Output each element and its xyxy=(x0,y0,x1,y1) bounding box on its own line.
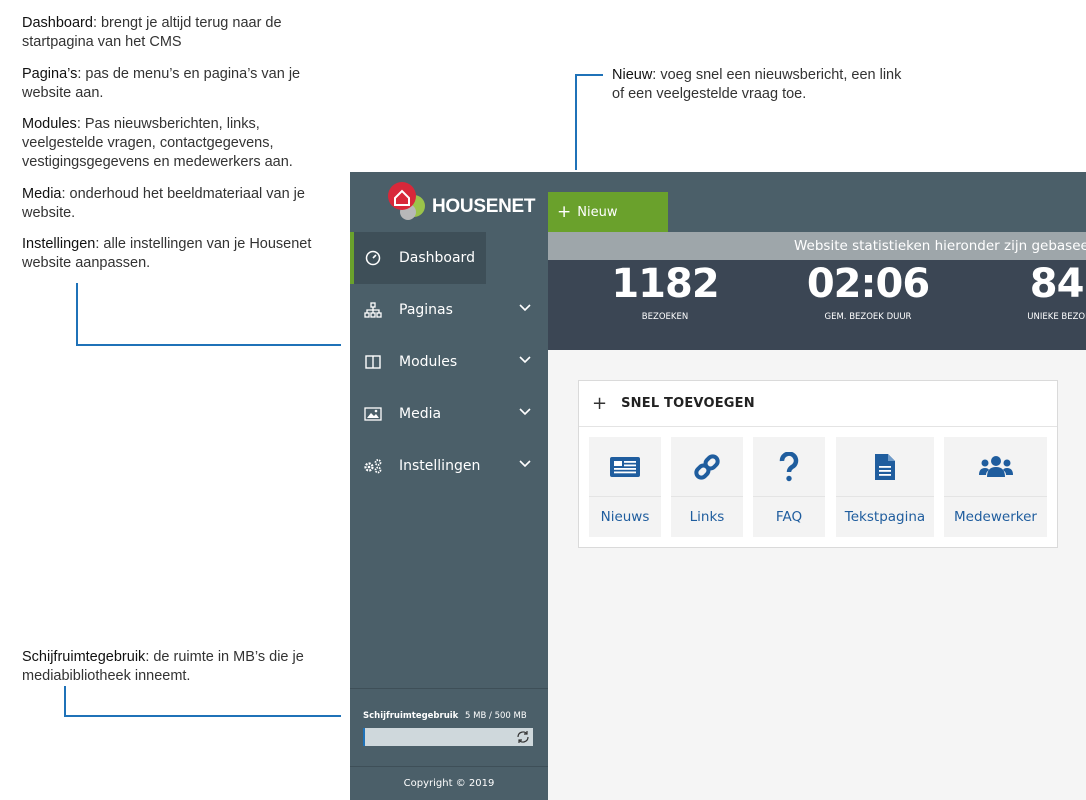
nav-label: Instellingen xyxy=(399,458,481,474)
chevron-down-icon[interactable] xyxy=(518,457,532,471)
connector-line xyxy=(64,686,66,717)
nav-item-instellingen[interactable]: Instellingen xyxy=(350,440,548,492)
logo-text: HOUSENET xyxy=(432,196,536,217)
annotation-dashboard: Dashboard: brengt je altijd terug naar d… xyxy=(22,14,332,52)
logo[interactable]: HOUSENET xyxy=(382,180,542,228)
new-button-label: Nieuw xyxy=(577,204,618,220)
plus-icon: + xyxy=(557,202,572,222)
quick-add-label: Tekstpagina xyxy=(844,509,926,525)
quick-add-faq[interactable]: FAQ xyxy=(753,437,825,537)
stat-value: 1182 xyxy=(611,261,719,307)
annotation-term: Schijfruimtegebruik xyxy=(22,649,146,665)
images-icon xyxy=(362,403,384,425)
refresh-icon[interactable] xyxy=(515,729,531,745)
nav-item-media[interactable]: Media xyxy=(350,388,548,440)
annotation-term: Media xyxy=(22,186,62,202)
connector-line xyxy=(64,715,341,717)
link-icon xyxy=(671,437,743,497)
annotation-text: : voeg snel een nieuwsbericht, een link … xyxy=(612,67,902,102)
disk-usage: Schijfruimtegebruik 5 MB / 500 MB xyxy=(350,688,548,766)
quick-add-news[interactable]: Nieuws xyxy=(589,437,661,537)
quick-add-title: SNEL TOEVOEGEN xyxy=(621,396,755,411)
document-icon xyxy=(836,437,934,497)
stat-label: UNIEKE BEZOEKERS xyxy=(1027,312,1086,322)
disk-usage-title: Schijfruimtegebruik xyxy=(363,711,459,721)
cms-app: HOUSENET Dashboard Paginas Modules Media… xyxy=(350,172,1086,800)
users-icon xyxy=(944,437,1047,497)
stats-panel: Website statistieken hieronder zijn geba… xyxy=(548,232,1086,350)
disk-usage-label: Schijfruimtegebruik 5 MB / 500 MB xyxy=(363,711,527,721)
nav-label: Dashboard xyxy=(399,250,475,266)
gauge-icon xyxy=(362,247,384,269)
annotation-term: Nieuw xyxy=(612,67,653,83)
new-button[interactable]: + Nieuw xyxy=(548,192,668,232)
chevron-down-icon[interactable] xyxy=(518,353,532,367)
quick-add-card: + SNEL TOEVOEGEN Nieuws Links FAQ Tekstp… xyxy=(578,380,1058,548)
quick-add-label: Links xyxy=(689,509,725,525)
nav-label: Paginas xyxy=(399,302,453,318)
annotation-instellingen: Instellingen: alle instellingen van je H… xyxy=(22,235,322,273)
sidebar: HOUSENET Dashboard Paginas Modules Media… xyxy=(350,172,548,800)
stat-value: 02:06 xyxy=(806,261,930,307)
annotation-term: Modules xyxy=(22,116,77,132)
logo-icon xyxy=(388,182,425,220)
quick-add-links[interactable]: Links xyxy=(671,437,743,537)
annotation-nieuw: Nieuw: voeg snel een nieuwsbericht, een … xyxy=(612,66,902,104)
annotation-media: Media: onderhoud het beeldmateriaal van … xyxy=(22,185,332,223)
columns-icon xyxy=(362,351,384,373)
plus-icon: + xyxy=(592,393,608,414)
quick-add-employee[interactable]: Medewerker xyxy=(944,437,1047,537)
connector-line xyxy=(575,74,603,76)
quick-add-header: + SNEL TOEVOEGEN xyxy=(579,381,1057,427)
annotation-paginas: Pagina’s: pas de menu’s en pagina’s van … xyxy=(22,65,332,103)
stat-visits: 1182 BEZOEKEN xyxy=(565,260,765,322)
connector-line xyxy=(76,283,78,346)
stat-avg-duration: 02:06 GEM. BEZOEK DUUR xyxy=(768,260,968,322)
sitemap-icon xyxy=(362,299,384,321)
quick-add-label: Nieuws xyxy=(600,509,650,525)
stat-unique-visitors: 847 UNIEKE BEZOEKERS xyxy=(970,260,1086,322)
quick-add-textpage[interactable]: Tekstpagina xyxy=(836,437,934,537)
stats-header: Website statistieken hieronder zijn geba… xyxy=(548,232,1086,260)
annotation-term: Instellingen xyxy=(22,236,96,252)
chevron-down-icon[interactable] xyxy=(518,405,532,419)
nav-label: Media xyxy=(399,406,442,422)
cogs-icon xyxy=(362,455,384,477)
annotation-term: Pagina’s xyxy=(22,66,78,82)
topbar: + Nieuw xyxy=(548,172,1086,232)
annotation-modules: Modules: Pas nieuwsberichten, links, vee… xyxy=(22,115,332,172)
disk-usage-fill xyxy=(363,728,365,746)
connector-line xyxy=(76,344,341,346)
stat-label: BEZOEKEN xyxy=(641,312,689,322)
stat-value: 847 xyxy=(1029,261,1086,307)
annotation-term: Dashboard xyxy=(22,15,93,31)
disk-usage-value: 5 MB / 500 MB xyxy=(465,711,527,721)
annotation-text: : onderhoud het beeldmateriaal van je we… xyxy=(22,186,305,221)
connector-line xyxy=(575,74,577,170)
nav-item-modules[interactable]: Modules xyxy=(350,336,548,388)
quick-add-label: FAQ xyxy=(775,509,803,525)
chevron-down-icon[interactable] xyxy=(518,301,532,315)
newspaper-icon xyxy=(589,437,661,497)
disk-usage-bar xyxy=(363,728,533,746)
question-icon xyxy=(753,437,825,497)
annotation-schijfruimte: Schijfruimtegebruik: de ruimte in MB’s d… xyxy=(22,648,312,686)
nav-item-paginas[interactable]: Paginas xyxy=(350,284,548,336)
nav-item-dashboard[interactable]: Dashboard xyxy=(350,232,486,284)
copyright: Copyright © 2019 xyxy=(350,766,548,800)
quick-add-label: Medewerker xyxy=(954,509,1037,525)
nav-label: Modules xyxy=(399,354,458,370)
stat-label: GEM. BEZOEK DUUR xyxy=(824,312,912,322)
